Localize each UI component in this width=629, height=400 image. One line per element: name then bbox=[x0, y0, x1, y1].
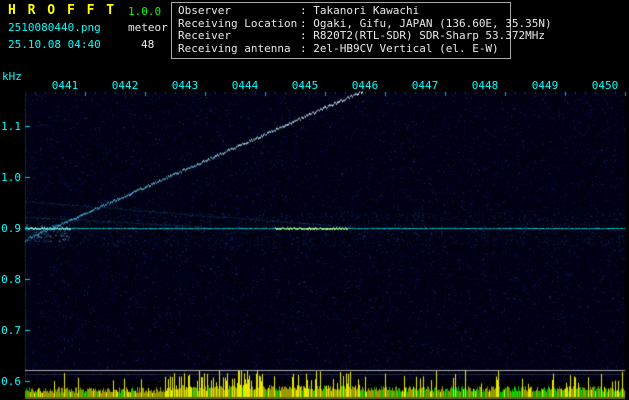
y-tick-label: 0.8 bbox=[1, 273, 21, 286]
info-value: Ogaki, Gifu, JAPAN (136.60E, 35.35N) bbox=[313, 16, 552, 30]
x-tick-label: 0449 bbox=[531, 79, 559, 92]
y-tick-label: 0.6 bbox=[1, 375, 21, 388]
x-tick-label: 0444 bbox=[231, 79, 259, 92]
info-colon: : bbox=[300, 29, 314, 43]
info-value: 2el-HB9CV Vertical (el. E-W) bbox=[313, 41, 499, 55]
echo-count: 48 bbox=[141, 38, 155, 51]
app-title: H R O F F T bbox=[8, 3, 117, 18]
y-tick-label: 0.9 bbox=[1, 222, 21, 235]
mode-label: meteor bbox=[128, 21, 168, 34]
x-tick-label: 0443 bbox=[171, 79, 199, 92]
info-colon: : bbox=[300, 16, 314, 30]
info-label: Receiver bbox=[178, 29, 231, 43]
x-tick-label: 0448 bbox=[471, 79, 499, 92]
info-label: Receiving antenna bbox=[178, 41, 291, 55]
info-label: Observer bbox=[178, 4, 231, 17]
y-tick-label: 1.1 bbox=[1, 120, 21, 133]
info-colon: : bbox=[300, 4, 314, 17]
station-info-box: Observer: Takanori Kawachi Receiving Loca… bbox=[171, 2, 552, 59]
output-filename: 2510080440.png bbox=[8, 21, 101, 34]
x-tick-label: 0441 bbox=[51, 79, 79, 92]
session-datetime: 25.10.08 04:40 bbox=[8, 38, 101, 51]
hrofft-window: H R O F F T 1.0.0 2510080440.png meteor … bbox=[0, 0, 629, 400]
x-tick-label: 0450 bbox=[591, 79, 619, 92]
info-value: Takanori Kawachi bbox=[313, 4, 420, 17]
app-version: 1.0.0 bbox=[128, 5, 162, 18]
x-tick-label: 0442 bbox=[111, 79, 139, 92]
x-tick-label: 0447 bbox=[411, 79, 439, 92]
y-tick-label: 0.7 bbox=[1, 324, 21, 337]
y-tick-label: 1.0 bbox=[1, 171, 21, 184]
y-axis-unit-label: kHz bbox=[2, 70, 22, 83]
info-value: R820T2(RTL-SDR) SDR-Sharp 53.372MHz bbox=[313, 29, 546, 43]
spectrogram-canvas bbox=[0, 0, 629, 400]
x-tick-label: 0446 bbox=[351, 79, 379, 92]
station-info-row: Receiving antenna: 2el-HB9CV Vertical (e… bbox=[178, 41, 510, 56]
info-colon: : bbox=[300, 41, 314, 55]
x-tick-label: 0445 bbox=[291, 79, 319, 92]
